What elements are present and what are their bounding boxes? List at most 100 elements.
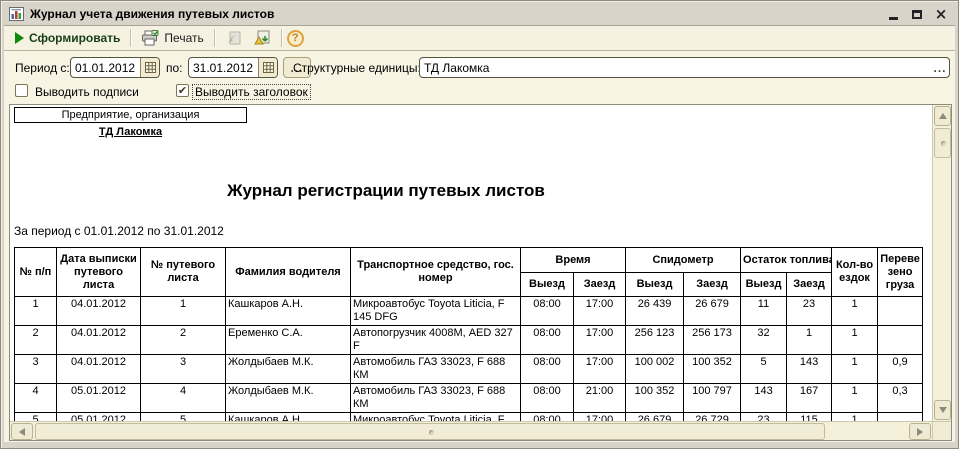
toolbar-separator: [281, 29, 282, 47]
scroll-up-button[interactable]: [934, 106, 951, 126]
period-to-input[interactable]: [189, 61, 258, 75]
minimize-button[interactable]: [886, 7, 900, 21]
header-checkbox[interactable]: ✔: [176, 84, 189, 97]
scroll-down-button[interactable]: [934, 400, 951, 420]
save-settings-button[interactable]: [248, 28, 276, 48]
horizontal-scroll-thumb[interactable]: [35, 423, 825, 440]
units-field[interactable]: ...: [419, 57, 950, 78]
toolbar: Сформировать Печать: [4, 25, 955, 51]
toolbar-separator: [130, 29, 131, 47]
table-cell: [878, 326, 923, 355]
play-icon: [15, 32, 24, 44]
title-bar[interactable]: Журнал учета движения путевых листов ×: [3, 3, 956, 25]
thumb-grip: [941, 141, 946, 146]
table-cell: [878, 413, 923, 422]
table-cell: 0,9: [878, 355, 923, 384]
units-more-button[interactable]: ...: [931, 58, 949, 77]
scrollbar-corner: [932, 421, 951, 440]
table-cell: 0,3: [878, 384, 923, 413]
table-row: 405.01.20124Жолдыбаев М.К.Автомобиль ГАЗ…: [15, 384, 923, 413]
table-cell: 1: [141, 297, 226, 326]
ellipsis-icon: ...: [933, 64, 946, 72]
table-cell: Микроавтобус Toyota Liticia, F: [351, 413, 521, 422]
vertical-scrollbar[interactable]: [932, 105, 951, 421]
table-cell: Автопогрузчик 4008М, AED 327 F: [351, 326, 521, 355]
table-cell: 08:00: [521, 355, 574, 384]
signatures-checkbox-label[interactable]: Выводить подписи: [33, 85, 141, 99]
window-title: Журнал учета движения путевых листов: [30, 7, 886, 21]
generate-button[interactable]: Сформировать: [10, 29, 125, 47]
table-cell: 08:00: [521, 413, 574, 422]
print-label: Печать: [164, 31, 203, 45]
minimize-icon: [889, 17, 898, 20]
table-cell: Автомобиль ГАЗ 33023, F 688 КМ: [351, 355, 521, 384]
table-cell: 143: [787, 355, 832, 384]
table-cell: 17:00: [574, 326, 626, 355]
sub-header-in: Заезд: [684, 273, 741, 297]
report-table-body: 104.01.20121Кашкаров А.Н.Микроавтобус To…: [15, 297, 923, 422]
period-from-label: Период с:: [15, 61, 70, 75]
table-cell: 21:00: [574, 384, 626, 413]
table-cell: 100 352: [684, 355, 741, 384]
close-button[interactable]: ×: [934, 7, 948, 21]
table-cell: 08:00: [521, 326, 574, 355]
table-cell: 1: [832, 355, 878, 384]
table-cell: 1: [832, 297, 878, 326]
table-cell: 4: [141, 384, 226, 413]
period-from-input[interactable]: [71, 61, 140, 75]
org-name: ТД Лакомка: [14, 126, 247, 138]
table-cell: 32: [741, 326, 787, 355]
table-cell: 26 679: [684, 297, 741, 326]
table-cell: 167: [787, 384, 832, 413]
vertical-scroll-thumb[interactable]: [934, 128, 951, 158]
table-cell: Кашкаров А.Н.: [226, 297, 351, 326]
period-from-picker-button[interactable]: [140, 58, 159, 77]
table-cell: 3: [15, 355, 57, 384]
help-button[interactable]: ?: [287, 30, 304, 47]
table-cell: 17:00: [574, 413, 626, 422]
table-row: 204.01.20122Еременко С.А.Автопогрузчик 4…: [15, 326, 923, 355]
sub-header-in: Заезд: [574, 273, 626, 297]
group-header-fuel: Остаток топлива: [741, 248, 832, 273]
help-icon: ?: [292, 32, 299, 44]
col-header-vehicle: Транспортное средство, гос. номер: [351, 248, 521, 297]
table-cell: 1: [832, 384, 878, 413]
table-cell: 04.01.2012: [57, 297, 141, 326]
units-input[interactable]: [420, 61, 931, 75]
arrow-right-icon: [917, 428, 923, 436]
report-title: Журнал регистрации путевых листов: [10, 181, 762, 201]
horizontal-scrollbar[interactable]: [10, 421, 932, 440]
signatures-checkbox[interactable]: [15, 84, 28, 97]
restore-settings-button[interactable]: [220, 28, 248, 48]
report-viewport: Предприятие, организация ТД Лакомка Журн…: [10, 105, 932, 421]
table-cell: 100 352: [626, 384, 684, 413]
restore-settings-icon: [225, 30, 243, 46]
scroll-left-button[interactable]: [11, 423, 33, 440]
col-header-driver: Фамилия водителя: [226, 248, 351, 297]
arrow-down-icon: [939, 407, 947, 413]
options-row: Выводить подписи ✔ Выводить заголовок: [4, 83, 955, 101]
org-header-cell: Предприятие, организация: [14, 107, 247, 123]
table-cell: 1: [15, 297, 57, 326]
sub-header-out: Выезд: [521, 273, 574, 297]
table-cell: Жолдыбаев М.К.: [226, 355, 351, 384]
table-cell: 143: [741, 384, 787, 413]
app-window: Журнал учета движения путевых листов × С…: [0, 0, 959, 449]
thumb-grip: [429, 430, 434, 435]
header-checkbox-label[interactable]: Выводить заголовок: [193, 85, 310, 99]
table-cell: 05.01.2012: [57, 384, 141, 413]
table-cell: Еременко С.А.: [226, 326, 351, 355]
period-to-picker-button[interactable]: [258, 58, 277, 77]
maximize-button[interactable]: [910, 7, 924, 21]
period-from-field[interactable]: [70, 57, 160, 78]
report-panel: Предприятие, организация ТД Лакомка Журн…: [9, 104, 952, 441]
table-cell: 11: [741, 297, 787, 326]
period-to-field[interactable]: [188, 57, 278, 78]
table-cell: 1: [787, 326, 832, 355]
table-cell: 08:00: [521, 297, 574, 326]
table-cell: 23: [741, 413, 787, 422]
scroll-right-button[interactable]: [909, 423, 931, 440]
print-button[interactable]: Печать: [136, 28, 208, 48]
table-cell: 08:00: [521, 384, 574, 413]
table-cell: Автомобиль ГАЗ 33023, F 688 КМ: [351, 384, 521, 413]
